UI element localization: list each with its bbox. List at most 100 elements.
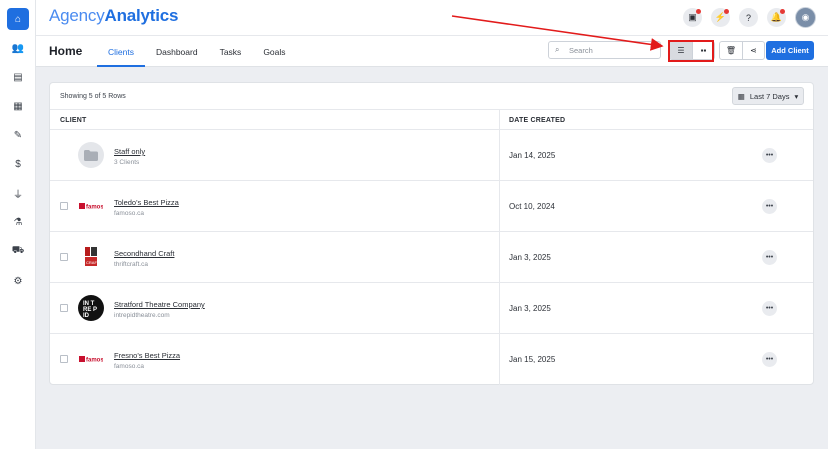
table-row[interactable]: famoso Toledo's Best Pizza famoso.ca Oct 10…: [50, 181, 813, 232]
client-name[interactable]: Stratford Theatre Company: [114, 300, 205, 309]
sidebar: ⌂ 👥 ▤ ▦ ✎ $ ⏚ ⚗ ⛟ ⚙: [0, 0, 36, 449]
calendar-icon: ▦: [737, 91, 745, 101]
date-created: Jan 3, 2025: [509, 253, 551, 262]
billing-icon: $: [15, 158, 21, 170]
chevron-down-icon: ▾: [794, 91, 799, 101]
notification-dot: [780, 9, 785, 14]
more-horizontal-icon: •••: [765, 254, 774, 261]
marketplace-icon: ⛟: [11, 244, 25, 256]
sidebar-item-billing[interactable]: $: [7, 153, 29, 175]
top-bar: AgencyAnalytics ▣ ⚡? 🔔 ◉: [36, 0, 828, 35]
brand-part-1: Agency: [49, 6, 105, 25]
table-row[interactable]: CRAFT Secondhand Craft thriftcraft.ca Jan 3…: [50, 232, 813, 283]
sidebar-item-users[interactable]: 👥: [7, 37, 29, 59]
svg-text:ID: ID: [83, 313, 90, 319]
row-actions-button[interactable]: •••: [762, 301, 777, 316]
brand-logo[interactable]: AgencyAnalytics: [49, 6, 179, 26]
delete-button[interactable]: 🗑: [720, 42, 742, 59]
tools-group: 🗑 ⋖: [719, 41, 765, 60]
column-client[interactable]: CLIENT: [60, 117, 86, 124]
home-icon: ⌂: [14, 13, 22, 25]
client-subtitle: famoso.ca: [114, 210, 144, 217]
date-range-label: Last 7 Days: [749, 91, 790, 101]
column-date-created[interactable]: DATE CREATED: [509, 117, 565, 124]
client-subtitle: famoso.ca: [114, 363, 144, 370]
date-created: Jan 14, 2025: [509, 151, 556, 160]
tabs: Clients Dashboard Tasks Goals: [97, 36, 297, 67]
notification-dot: [724, 9, 729, 14]
folder-icon: [78, 142, 104, 168]
client-logo: IN T RE P ID: [78, 295, 104, 321]
row-actions-button[interactable]: •••: [762, 199, 777, 214]
tab-dashboard[interactable]: Dashboard: [145, 36, 209, 67]
search-input[interactable]: [569, 44, 657, 56]
client-logo: famoso: [78, 346, 104, 372]
share-icon: ⋖: [750, 46, 757, 55]
dashboards-icon: ▦: [13, 100, 23, 112]
sidebar-item-report[interactable]: ▤: [7, 66, 29, 88]
labs-icon: ⚗: [13, 216, 23, 228]
annotation-highlight-box: [668, 40, 714, 62]
client-name[interactable]: Secondhand Craft: [114, 249, 174, 258]
share-button[interactable]: ⋖: [742, 42, 764, 59]
media-icon: ▣: [688, 12, 697, 22]
avatar[interactable]: ◉: [795, 7, 816, 28]
row-checkbox[interactable]: [60, 355, 68, 363]
date-created: Jan 3, 2025: [509, 304, 551, 313]
client-subtitle: 3 Clients: [114, 159, 140, 166]
row-checkbox[interactable]: [60, 253, 68, 261]
sidebar-item-home[interactable]: ⌂: [7, 8, 29, 30]
svg-text:famoso: famoso: [86, 205, 103, 211]
whats-new-button[interactable]: ⚡: [711, 8, 730, 27]
row-actions-button[interactable]: •••: [762, 148, 777, 163]
tab-goals[interactable]: Goals: [252, 36, 296, 67]
clients-table-card: Showing 5 of 5 Rows ▦ Last 7 Days ▾ CLIE…: [49, 82, 814, 385]
client-name[interactable]: Toledo's Best Pizza: [114, 198, 179, 207]
sidebar-item-labs[interactable]: ⚗: [7, 211, 29, 233]
add-client-button[interactable]: Add Client: [766, 41, 814, 60]
notification-dot: [696, 9, 701, 14]
date-created: Jan 15, 2025: [509, 355, 556, 364]
more-horizontal-icon: •••: [765, 203, 774, 210]
help-button[interactable]: ?: [739, 8, 758, 27]
integrations-icon: ⏚: [13, 189, 23, 201]
row-count: Showing 5 of 5 Rows: [60, 93, 126, 100]
sidebar-item-marketplace[interactable]: ⛟: [7, 240, 29, 262]
table-row[interactable]: Staff only 3 Clients Jan 14, 2025 •••: [50, 130, 813, 181]
brand-part-2: Analytics: [104, 6, 179, 25]
page-header: Home ClientsDashboardTasksGoals ⌕ ☰ ▪▪ 🗑…: [36, 35, 828, 67]
trash-icon: 🗑: [725, 46, 737, 55]
sidebar-item-dashboards[interactable]: ▦: [7, 95, 29, 117]
settings-icon: ⚙: [13, 275, 23, 287]
sidebar-item-tasks[interactable]: ✎: [7, 124, 29, 146]
sidebar-item-settings[interactable]: ⚙: [7, 270, 29, 292]
client-subtitle: intrepidtheatre.com: [114, 312, 170, 319]
row-actions-button[interactable]: •••: [762, 250, 777, 265]
users-icon: 👥: [11, 42, 25, 54]
row-actions-button[interactable]: •••: [762, 352, 777, 367]
media-button[interactable]: ▣: [683, 8, 702, 27]
sidebar-item-integrations[interactable]: ⏚: [7, 182, 29, 204]
table-row[interactable]: famoso Fresno's Best Pizza famoso.ca Jan 15…: [50, 334, 813, 385]
client-logo: CRAFT: [78, 244, 104, 270]
client-name[interactable]: Staff only: [114, 147, 145, 156]
date-range-button[interactable]: ▦ Last 7 Days ▾: [732, 87, 804, 105]
client-name[interactable]: Fresno's Best Pizza: [114, 351, 180, 360]
tasks-icon: ✎: [13, 129, 23, 141]
search-box: ⌕: [548, 41, 661, 59]
page-title: Home: [49, 44, 83, 58]
help-icon: ?: [745, 12, 751, 23]
client-logo: famoso: [78, 193, 104, 219]
tab-clients[interactable]: Clients: [97, 36, 145, 67]
table-header: CLIENT DATE CREATED: [50, 109, 813, 130]
row-checkbox[interactable]: [60, 304, 68, 312]
tab-tasks[interactable]: Tasks: [209, 36, 253, 67]
table-row[interactable]: IN T RE P ID Stratford Theatre Company intre…: [50, 283, 813, 334]
more-horizontal-icon: •••: [765, 356, 774, 363]
search-icon: ⌕: [555, 45, 560, 54]
top-icons: ▣ ⚡? 🔔 ◉: [683, 7, 816, 28]
client-subtitle: thriftcraft.ca: [114, 261, 148, 268]
notifications-button[interactable]: 🔔: [767, 8, 786, 27]
row-checkbox[interactable]: [60, 202, 68, 210]
svg-text:famoso: famoso: [86, 358, 103, 364]
